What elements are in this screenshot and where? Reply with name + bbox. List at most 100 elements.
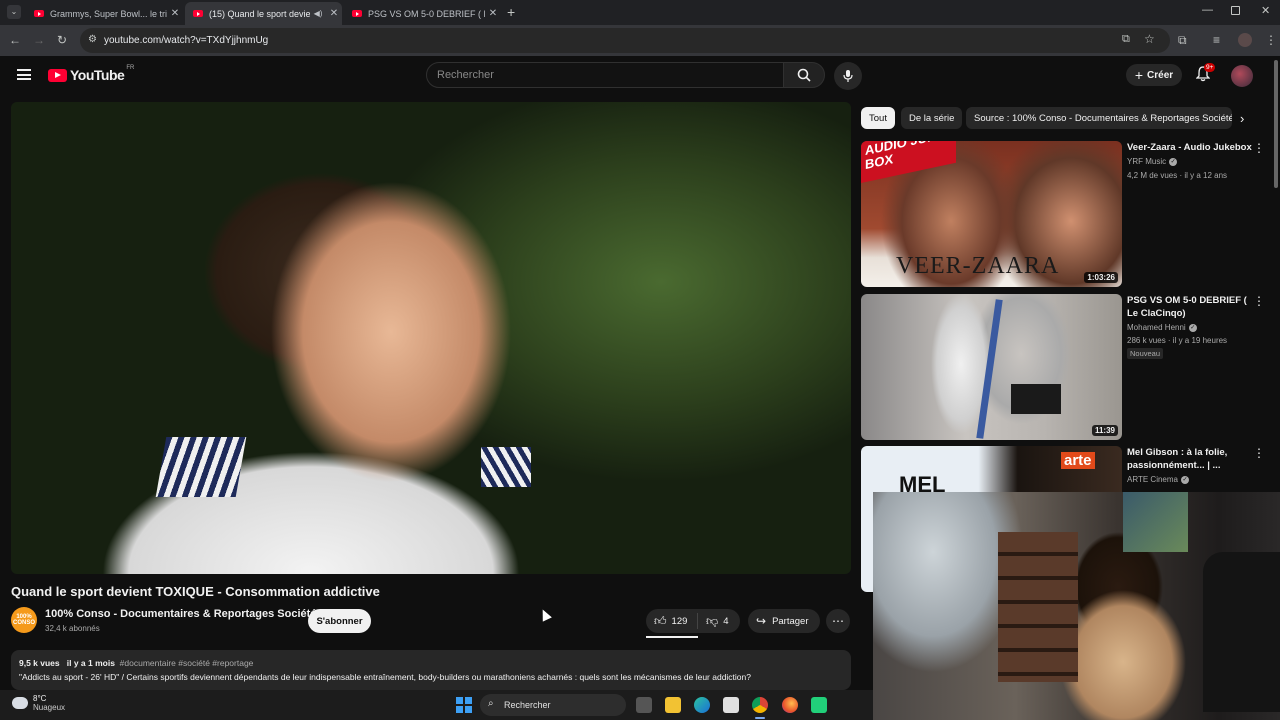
chip-scroll-right-icon[interactable]: › (1240, 111, 1244, 126)
chip-all[interactable]: Tout (861, 107, 895, 129)
search-button[interactable] (783, 62, 825, 88)
more-options-icon[interactable]: ⋮ (1253, 294, 1265, 308)
site-info-icon[interactable]: ⚙ (88, 34, 97, 45)
plus-icon: + (1134, 67, 1144, 83)
youtube-favicon-icon (34, 10, 44, 17)
minimize-icon[interactable]: — (1202, 4, 1213, 16)
audio-icon[interactable]: ◀) (310, 9, 326, 18)
reload-icon[interactable]: ↻ (57, 33, 67, 47)
taskbar-search[interactable]: ⌕ Rechercher (480, 694, 626, 716)
share-button[interactable]: ↪ Partager (748, 609, 820, 633)
create-button[interactable]: + Créer (1126, 64, 1182, 86)
search-icon (797, 68, 811, 82)
recommended-meta: 286 k vues · il y a 19 heures (1127, 336, 1228, 345)
chrome-icon[interactable] (752, 697, 768, 713)
thumbs-up-icon: 👍︎ (654, 613, 667, 628)
windows-start-icon[interactable] (456, 697, 472, 713)
chip-source[interactable]: Source : 100% Conso - Documentaires & Re… (966, 107, 1232, 129)
more-horizontal-icon: ⋯ (832, 614, 844, 628)
weather-widget[interactable]: 8°C Nuageux (12, 694, 65, 712)
file-explorer-icon[interactable] (665, 697, 681, 713)
duration-badge: 11:39 (1091, 425, 1118, 436)
store-icon[interactable] (723, 697, 739, 713)
channel-name[interactable]: 100% Conso - Documentaires & Reportages … (45, 608, 316, 620)
search-icon: ⌕ (488, 698, 494, 709)
video-thumbnail[interactable]: 11:39 (861, 294, 1122, 440)
browser-toolbar: ← → ↻ ⚙ youtube.com/watch?v=TXdYjjhnmUg … (0, 25, 1280, 56)
tab-list-icon[interactable]: ⌄ (7, 5, 21, 19)
like-button[interactable]: 👍︎ 129 (646, 613, 698, 629)
thumbnail-text-top: AUDIO JUKE BOX (861, 141, 956, 183)
browser-menu-icon[interactable]: ⋮ (1265, 33, 1277, 47)
new-tab-button[interactable]: + (507, 4, 515, 20)
region-code: FR (126, 65, 135, 71)
recommended-channel[interactable]: Mohamed Henni ✓ (1127, 323, 1197, 332)
address-bar[interactable]: ⚙ youtube.com/watch?v=TXdYjjhnmUg ⧉ ☆ (80, 28, 1170, 53)
description-box[interactable]: 9,5 k vues il y a 1 mois #documentaire #… (11, 650, 851, 690)
recommended-meta: 4,2 M de vues · il y a 12 ans (1127, 171, 1228, 180)
maximize-icon[interactable] (1231, 6, 1240, 15)
verified-check-icon: ✓ (1188, 323, 1197, 332)
hamburger-menu-icon[interactable] (17, 69, 31, 80)
browser-tab-2[interactable]: (15) Quand le sport devient ◀) ✕ (185, 2, 342, 25)
close-tab-icon[interactable]: ✕ (167, 8, 183, 19)
recommended-channel[interactable]: YRF Music ✓ (1127, 157, 1178, 166)
edge-icon[interactable] (694, 697, 710, 713)
recommended-channel[interactable]: ARTE Cinema ✓ (1127, 475, 1189, 484)
channel-avatar[interactable]: 100% CONSO (11, 607, 37, 633)
subscribe-button[interactable]: S'abonner (308, 609, 371, 633)
windows-taskbar: 8°C Nuageux ⌕ Rechercher (0, 690, 873, 720)
browser-tab-1[interactable]: Grammys, Super Bowl... le triomphe ✕ (26, 2, 183, 25)
account-avatar[interactable] (1231, 65, 1253, 87)
close-tab-icon[interactable]: ✕ (326, 8, 342, 19)
bookmark-star-icon[interactable]: ☆ (1144, 32, 1155, 46)
recommended-title[interactable]: Mel Gibson : à la folie, passionnément..… (1127, 446, 1255, 472)
profile-avatar[interactable] (1238, 33, 1252, 47)
thumbnail-detail (976, 299, 1003, 439)
more-actions-button[interactable]: ⋯ (826, 609, 850, 633)
dislike-button[interactable]: 👎︎ 4 (698, 614, 728, 629)
browser-tab-3[interactable]: PSG VS OM 5-0 DEBRIEF ( Le Cl ✕ (344, 2, 501, 25)
recommended-video[interactable]: AUDIO JUKE BOX VEER-ZAARA 1:03:26 Veer-Z… (861, 141, 1276, 289)
weather-condition: Nuageux (33, 703, 66, 712)
extensions-icon[interactable]: ⧉ (1178, 33, 1187, 48)
search-input[interactable]: Rechercher (426, 62, 784, 88)
webcam-poster (1123, 492, 1188, 552)
chip-series[interactable]: De la série (901, 107, 963, 129)
view-count: 9,5 k vues (19, 658, 60, 668)
description-text: "Addicts au sport - 26' HD" / Certains s… (19, 672, 751, 682)
recommended-title[interactable]: Veer-Zaara - Audio Jukebox (1127, 141, 1255, 154)
app-icon[interactable] (811, 697, 827, 713)
thumbnail-text-right: arte (1061, 452, 1095, 469)
youtube-header: YouTube FR Rechercher + Créer 9+ (0, 56, 1280, 101)
more-options-icon[interactable]: ⋮ (1253, 446, 1265, 460)
like-dislike-group: 👍︎ 129 👎︎ 4 (646, 609, 740, 633)
close-window-icon[interactable]: ✕ (1261, 4, 1270, 17)
forward-icon[interactable]: → (33, 33, 45, 47)
task-view-icon[interactable] (636, 697, 652, 713)
hashtags[interactable]: #documentaire #société #reportage (120, 658, 254, 668)
video-player[interactable] (11, 102, 851, 574)
thumbnail-detail (1011, 384, 1061, 414)
webcam-overlay (873, 492, 1280, 720)
back-icon[interactable]: ← (9, 33, 21, 47)
video-title: Quand le sport devient TOXIQUE - Consomm… (11, 584, 380, 599)
notifications-button[interactable]: 9+ (1195, 63, 1216, 87)
youtube-logo[interactable]: YouTube FR (48, 65, 135, 83)
thumbnail-text-bottom: VEER-ZAARA (896, 253, 1060, 279)
active-app-indicator (755, 717, 765, 719)
more-options-icon[interactable]: ⋮ (1253, 141, 1265, 155)
url-text: youtube.com/watch?v=TXdYjjhnmUg (104, 35, 269, 46)
recommended-video[interactable]: 11:39 PSG VS OM 5-0 DEBRIEF ( Le ClaCinq… (861, 294, 1276, 442)
share-icon: ↪ (756, 614, 767, 628)
close-tab-icon[interactable]: ✕ (485, 8, 501, 19)
video-thumbnail[interactable]: AUDIO JUKE BOX VEER-ZAARA 1:03:26 (861, 141, 1122, 287)
firefox-icon[interactable] (782, 697, 798, 713)
mouse-cursor-icon (538, 607, 552, 622)
install-app-icon[interactable]: ⧉ (1122, 33, 1130, 46)
page-scrollbar[interactable] (1274, 60, 1278, 188)
thumbs-down-icon: 👎︎ (706, 613, 719, 628)
media-icon[interactable]: ≡ (1213, 33, 1220, 47)
recommended-title[interactable]: PSG VS OM 5-0 DEBRIEF ( Le ClaCinqo) (1127, 294, 1255, 320)
voice-search-button[interactable] (834, 62, 862, 90)
